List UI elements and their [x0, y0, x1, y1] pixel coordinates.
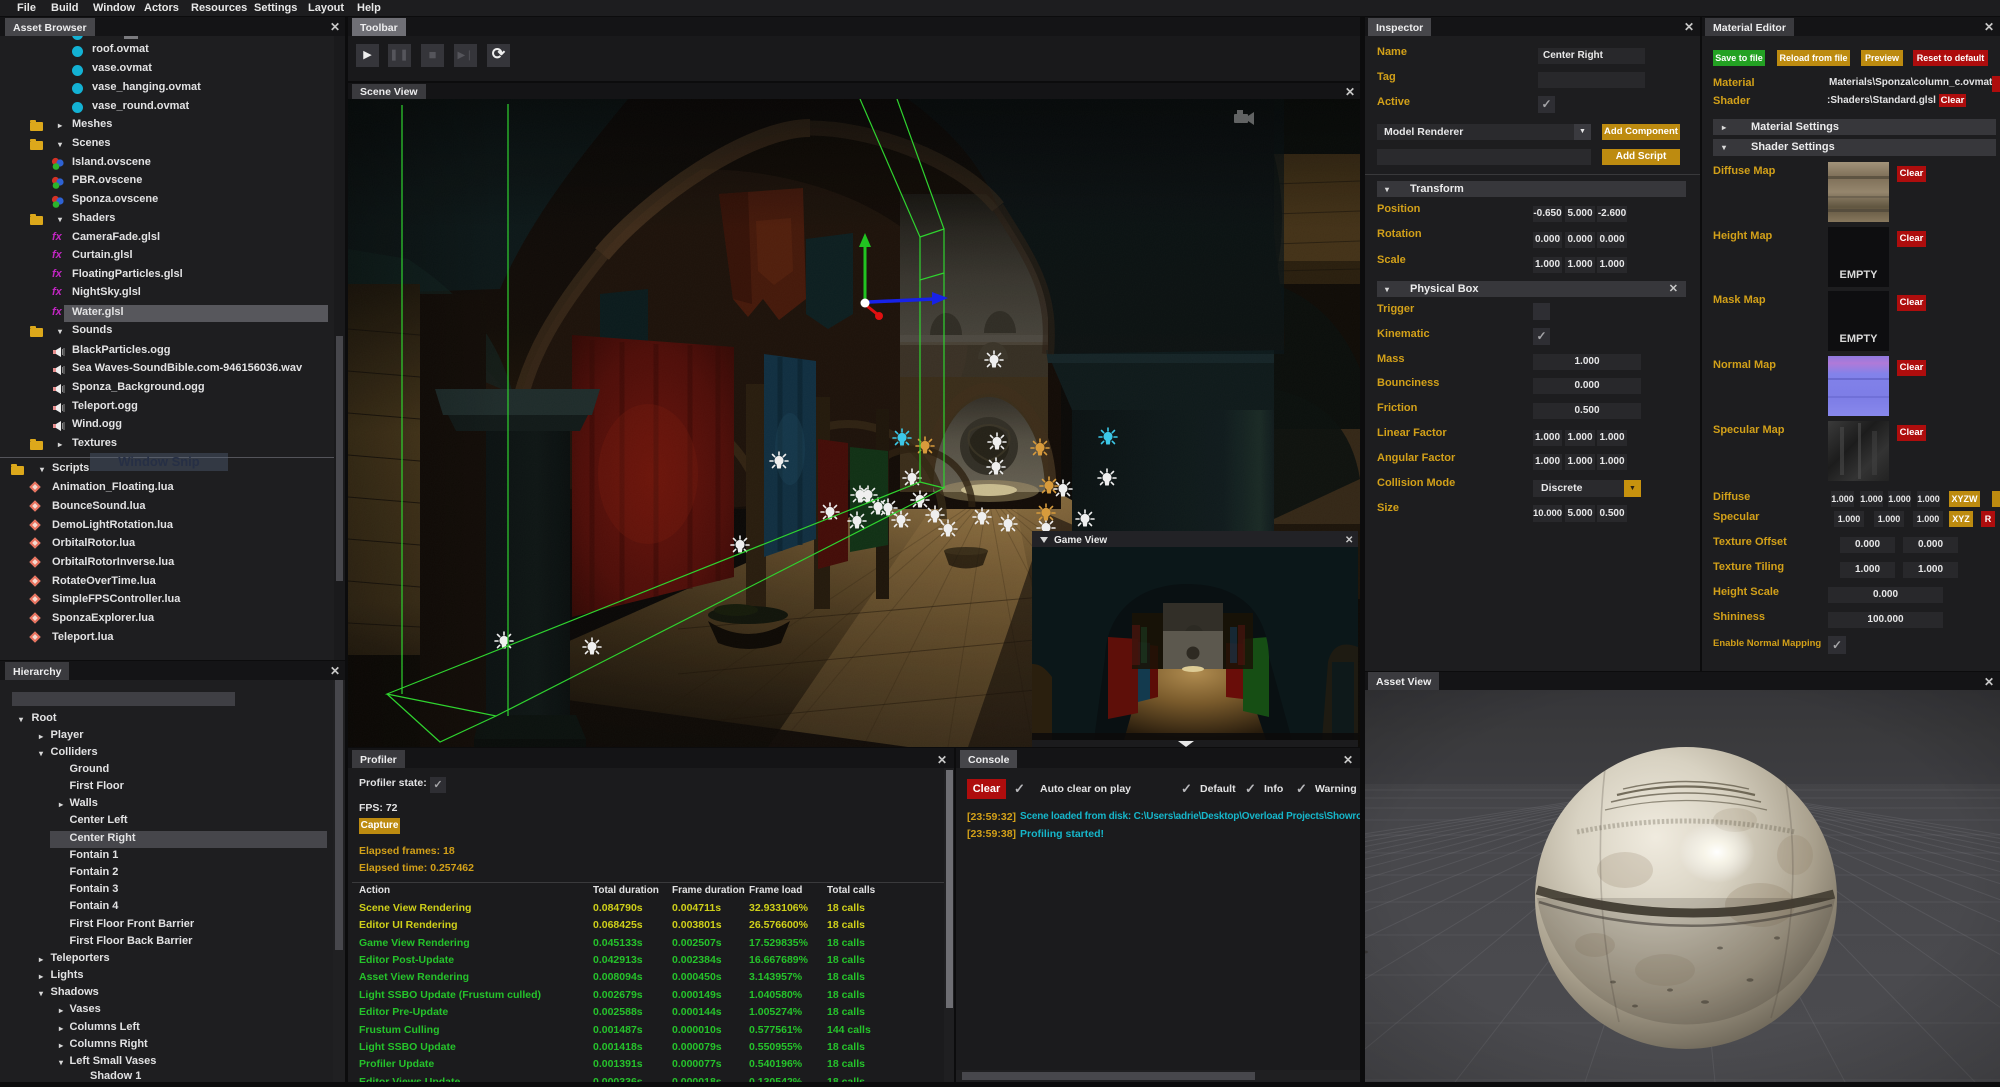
- svg-text:✕: ✕: [1345, 535, 1353, 546]
- svg-text:Game View: Game View: [1054, 535, 1107, 546]
